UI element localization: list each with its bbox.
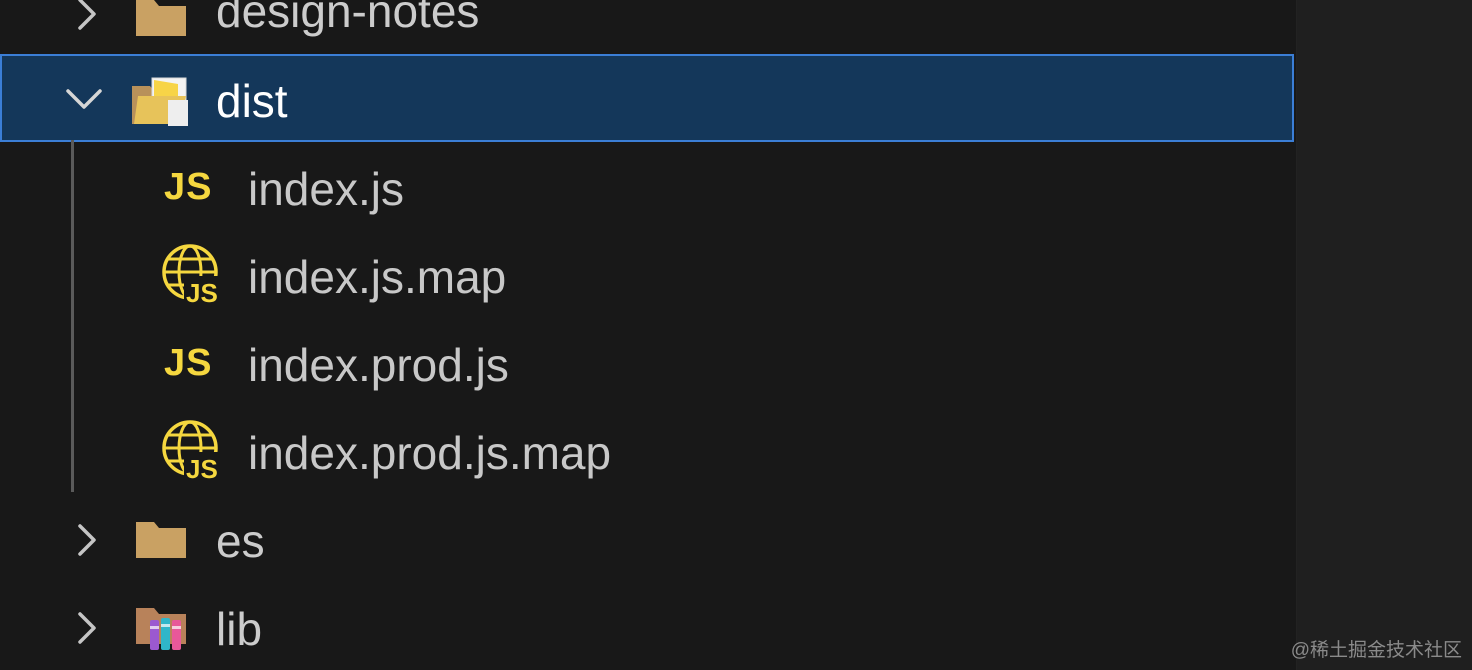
tree-item-label: es bbox=[216, 515, 265, 567]
tree-item-label: dist bbox=[216, 75, 288, 127]
js-map-globe-icon: JS bbox=[162, 420, 222, 482]
js-icon: JS bbox=[164, 342, 213, 384]
tree-item-label: lib bbox=[216, 603, 263, 655]
svg-text:JS: JS bbox=[186, 278, 218, 306]
library-folder-icon bbox=[136, 608, 186, 650]
open-folder-icon bbox=[132, 77, 188, 126]
editor-gutter bbox=[1296, 0, 1472, 670]
tree-item-index-prod-js-map[interactable]: JS index.prod.js.map bbox=[0, 408, 1294, 496]
tree-item-index-js-map[interactable]: JS index.js.map bbox=[0, 232, 1294, 320]
tree-item-es[interactable]: es bbox=[0, 496, 1294, 584]
tree-item-dist[interactable]: dist bbox=[0, 54, 1294, 142]
tree-item-design-notes[interactable]: design-notes bbox=[0, 0, 1294, 58]
js-map-globe-icon: JS bbox=[162, 244, 222, 306]
tree-item-label: index.prod.js.map bbox=[248, 427, 612, 479]
tree-item-label: index.prod.js bbox=[248, 339, 509, 391]
chevron-right-icon[interactable] bbox=[66, 0, 106, 34]
tree-item-index-js[interactable]: JS index.js bbox=[0, 144, 1294, 232]
tree-item-lib[interactable]: lib bbox=[0, 584, 1294, 670]
folder-icon bbox=[136, 0, 186, 36]
tree-item-label: index.js.map bbox=[248, 251, 507, 303]
file-explorer: design-notes dist JS index.js JS index.j… bbox=[0, 0, 1296, 670]
tree-item-label: design-notes bbox=[216, 0, 480, 37]
svg-text:JS: JS bbox=[186, 454, 218, 482]
chevron-right-icon[interactable] bbox=[66, 608, 106, 648]
chevron-right-icon[interactable] bbox=[66, 520, 106, 560]
tree-item-index-prod-js[interactable]: JS index.prod.js bbox=[0, 320, 1294, 408]
js-icon: JS bbox=[164, 166, 213, 208]
watermark: @稀土掘金技术社区 bbox=[1290, 640, 1462, 661]
chevron-down-icon[interactable] bbox=[64, 79, 104, 119]
tree-item-label: index.js bbox=[248, 163, 404, 215]
folder-icon bbox=[136, 522, 186, 558]
